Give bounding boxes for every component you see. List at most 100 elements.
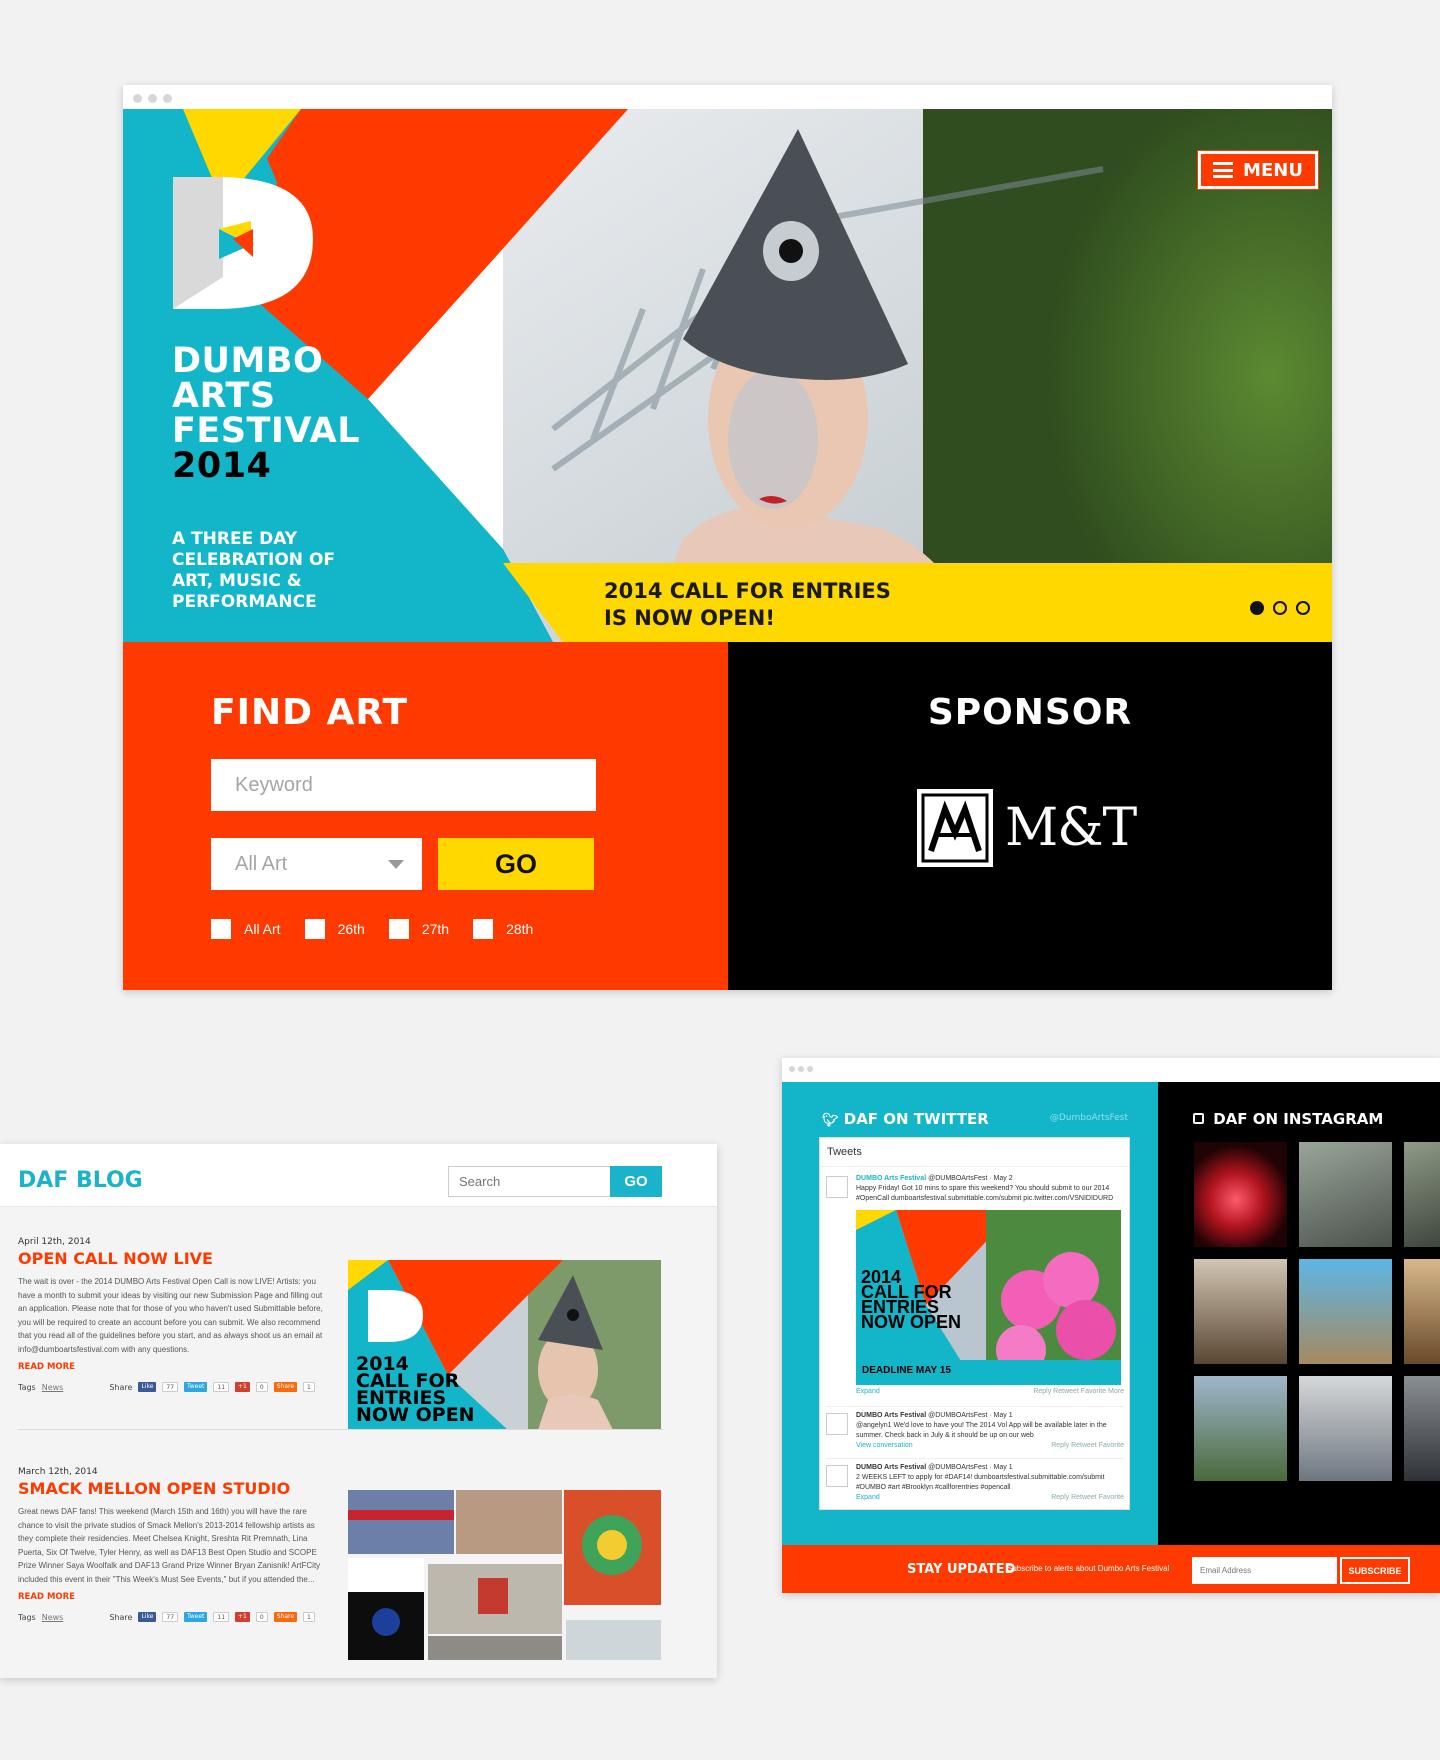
window-chrome <box>123 85 1332 109</box>
tweet-expand-link[interactable]: Expand <box>856 1493 880 1503</box>
tags-label: Tags <box>18 1612 36 1622</box>
post-date: March 12th, 2014 <box>18 1467 98 1477</box>
subscribe-button[interactable]: SUBSCRIBE <box>1340 1557 1410 1584</box>
instagram-photo[interactable] <box>1194 1259 1287 1364</box>
gplus-count: 0 <box>255 1382 268 1392</box>
slide-dot-2[interactable] <box>1273 601 1287 615</box>
tag-link[interactable]: News <box>42 1383 64 1392</box>
instagram-photo[interactable] <box>1404 1259 1440 1364</box>
category-select[interactable]: All Art <box>211 838 422 890</box>
facebook-like-button[interactable]: Like <box>138 1612 157 1622</box>
twitter-handle[interactable]: @DumboArtsFest <box>1050 1113 1128 1123</box>
share-count: 1 <box>303 1612 315 1622</box>
checkbox-box[interactable] <box>211 919 231 939</box>
post-divider <box>18 1429 663 1430</box>
tweet-image-line: NOW OPEN <box>861 1312 962 1332</box>
checkbox-box[interactable] <box>388 919 409 939</box>
tweet-author[interactable]: DUMBO Arts Festival <box>856 1412 926 1419</box>
post-image-collage[interactable] <box>348 1490 661 1660</box>
checkbox-box[interactable] <box>304 919 325 939</box>
tweet: DUMBO Arts Festival @DUMBOArtsFest · May… <box>826 1174 1124 1397</box>
window-chrome <box>782 1058 1440 1082</box>
share-label: Share <box>109 1612 133 1622</box>
blog-post-list: April 12th, 2014 OPEN CALL NOW LIVE The … <box>0 1207 717 1678</box>
blog-window: DAF BLOG GO April 12th, 2014 OPEN CALL N… <box>0 1144 717 1678</box>
checkbox-box[interactable] <box>473 919 494 939</box>
slide-dot-1[interactable] <box>1250 601 1264 615</box>
tagline-line: A THREE DAY <box>172 529 298 549</box>
tweet-meta: @DUMBOArtsFest · May 1 <box>928 1412 1013 1419</box>
tweets-header: Tweets <box>820 1138 1129 1167</box>
checkbox-27th[interactable]: 27th <box>388 919 450 939</box>
tweet-author[interactable]: DUMBO Arts Festival <box>856 1464 926 1471</box>
tags-label: Tags <box>18 1382 36 1392</box>
sponsor-name: M&T <box>1005 798 1137 858</box>
keyword-input[interactable] <box>211 759 596 811</box>
instagram-photo[interactable] <box>1194 1142 1287 1247</box>
gplus-count: 0 <box>255 1612 268 1622</box>
instagram-photo[interactable] <box>1299 1259 1392 1364</box>
logo-year: 2014 <box>172 446 272 486</box>
share-button[interactable]: Share <box>273 1382 298 1392</box>
post-image-line: NOW OPEN <box>356 1404 475 1426</box>
tag-link[interactable]: News <box>42 1613 64 1622</box>
tweet-actions[interactable]: Reply Retweet Favorite <box>1051 1493 1124 1503</box>
blog-search-input[interactable] <box>448 1166 610 1197</box>
instagram-photo[interactable] <box>1404 1142 1440 1247</box>
tweet-expand-link[interactable]: Expand <box>856 1387 880 1397</box>
post-image[interactable]: 2014 CALL FOR ENTRIES NOW OPEN <box>348 1260 661 1430</box>
call-for-entries-callout[interactable]: 2014 CALL FOR ENTRIES IS NOW OPEN! <box>604 578 891 632</box>
window-dot <box>798 1066 804 1072</box>
mt-logo-icon <box>917 789 993 867</box>
tweet-author[interactable]: DUMBO Arts Festival <box>856 1175 926 1182</box>
hero-banner: DUMBO ARTS FESTIVAL 2014 A THREE DAY CEL… <box>123 109 1332 642</box>
window-dot <box>163 94 172 103</box>
festival-tagline: A THREE DAY CELEBRATION OF ART, MUSIC & … <box>172 529 335 613</box>
tweet-button[interactable]: Tweet <box>184 1612 208 1622</box>
instagram-title: DAF ON INSTAGRAM <box>1193 1110 1383 1128</box>
tagline-line: CELEBRATION OF <box>172 550 336 570</box>
menu-button[interactable]: MENU <box>1197 150 1319 190</box>
checkbox-label: All Art <box>244 921 281 937</box>
instagram-photo[interactable] <box>1299 1142 1392 1247</box>
checkbox-26th[interactable]: 26th <box>304 919 365 939</box>
window-dot <box>133 94 142 103</box>
instagram-photo[interactable] <box>1299 1376 1392 1481</box>
tweet-actions[interactable]: Reply Retweet Favorite <box>1051 1441 1124 1451</box>
instagram-photo[interactable] <box>1194 1376 1287 1481</box>
tweet-image[interactable]: 2014 CALL FOR ENTRIES NOW OPEN DEADLINE … <box>856 1210 1121 1385</box>
find-art-go-button[interactable]: GO <box>438 838 594 890</box>
stay-updated-subtext: Subscribe to alerts about Dumbo Arts Fes… <box>1007 1564 1170 1573</box>
tweet-text: @angelyn1 We'd love to have you! The 201… <box>856 1422 1107 1439</box>
logo-line: DUMBO <box>172 341 324 381</box>
slide-dot-3[interactable] <box>1296 601 1310 615</box>
checkbox-label: 26th <box>337 921 365 937</box>
checkbox-all-art[interactable]: All Art <box>211 919 281 939</box>
instagram-panel: DAF ON INSTAGRAM <box>1158 1082 1440 1545</box>
tweet-button[interactable]: Tweet <box>184 1382 208 1392</box>
main-browser-window: DUMBO ARTS FESTIVAL 2014 A THREE DAY CEL… <box>123 85 1332 990</box>
instagram-photo[interactable] <box>1404 1376 1440 1481</box>
share-count: 1 <box>303 1382 315 1392</box>
logo-line: ARTS <box>172 376 276 416</box>
callout-line: IS NOW OPEN! <box>604 606 775 630</box>
tweet-count: 11 <box>213 1612 230 1622</box>
post-image-text: 2014 CALL FOR ENTRIES NOW OPEN <box>356 1355 475 1426</box>
avatar[interactable] <box>826 1465 848 1487</box>
sponsor-logo[interactable]: M&T <box>917 789 1137 867</box>
category-selected-value: All Art <box>235 852 288 875</box>
tweet-expand-link[interactable]: View conversation <box>856 1441 913 1451</box>
checkbox-label: 27th <box>421 921 450 937</box>
gplus-button[interactable]: +1 <box>235 1382 250 1392</box>
tweet-actions[interactable]: Reply Retweet Favorite More <box>1033 1387 1124 1397</box>
share-button[interactable]: Share <box>273 1612 298 1622</box>
avatar[interactable] <box>826 1413 848 1435</box>
tweet-meta: @DUMBOArtsFest · May 2 <box>928 1175 1013 1182</box>
facebook-like-button[interactable]: Like <box>138 1382 157 1392</box>
blog-search-go-button[interactable]: GO <box>610 1166 662 1197</box>
avatar[interactable] <box>826 1176 848 1198</box>
email-field[interactable] <box>1192 1557 1337 1584</box>
gplus-button[interactable]: +1 <box>235 1612 250 1622</box>
checkbox-28th[interactable]: 28th <box>473 919 533 939</box>
tweet-image-text: 2014 CALL FOR ENTRIES NOW OPEN <box>861 1268 962 1332</box>
